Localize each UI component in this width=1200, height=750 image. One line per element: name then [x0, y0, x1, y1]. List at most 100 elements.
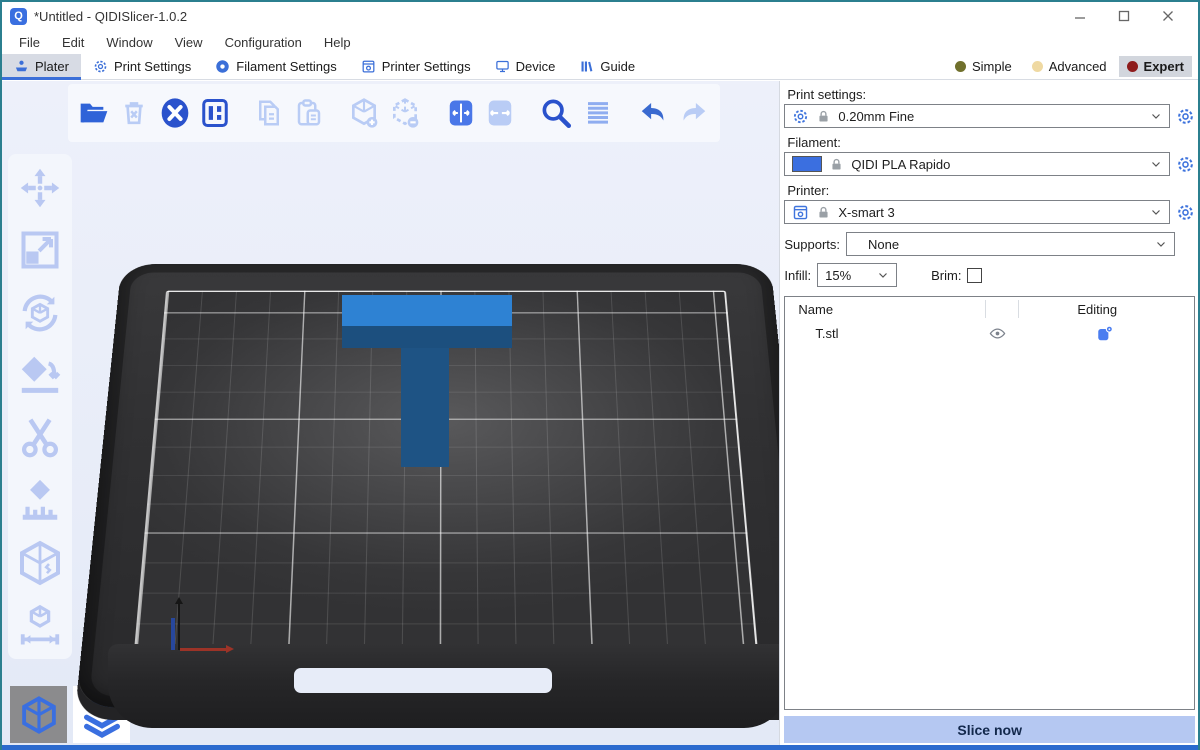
filament-combo[interactable]: QIDI PLA Rapido — [784, 152, 1170, 176]
split-to-parts-button[interactable] — [485, 92, 516, 134]
paste-icon — [294, 97, 324, 129]
rotate-button[interactable] — [16, 289, 64, 337]
menu-view[interactable]: View — [164, 33, 214, 52]
chevron-down-icon — [1155, 238, 1167, 250]
search-button[interactable] — [539, 92, 573, 134]
place-on-face-icon — [17, 352, 63, 398]
rotate-icon — [17, 290, 63, 336]
open-button[interactable] — [78, 92, 110, 134]
model-stem — [401, 348, 449, 467]
object-row-t-stl[interactable]: T.stl — [785, 321, 1194, 347]
menu-file[interactable]: File — [8, 33, 51, 52]
chevron-down-icon — [1150, 158, 1162, 170]
object-list: Name Editing T.stl — [784, 296, 1195, 710]
mode-simple[interactable]: Simple — [947, 56, 1020, 77]
supports-combo[interactable]: None — [846, 232, 1175, 256]
open-folder-icon — [78, 97, 110, 129]
view-3d-editor-button[interactable] — [10, 686, 67, 743]
print-settings-label: Print settings: — [787, 87, 1192, 102]
viewport-3d[interactable] — [2, 81, 779, 745]
print-settings-value: 0.20mm Fine — [838, 109, 1143, 124]
mode-expert[interactable]: Expert — [1119, 56, 1192, 77]
printer-gear-button[interactable] — [1175, 202, 1195, 222]
sidebar: Print settings: 0.20mm Fine Filament: QI… — [779, 81, 1198, 745]
supports-value: None — [854, 237, 1148, 252]
infill-combo[interactable]: 15% — [817, 263, 897, 287]
printer-combo[interactable]: X-smart 3 — [784, 200, 1170, 224]
arrange-icon — [200, 96, 230, 130]
simple-dot-icon — [955, 61, 966, 72]
seam-painting-button[interactable] — [16, 539, 64, 587]
measure-button[interactable] — [16, 601, 64, 649]
chevron-down-icon — [877, 269, 889, 281]
redo-button[interactable] — [678, 92, 710, 134]
menu-configuration[interactable]: Configuration — [214, 33, 313, 52]
brim-label: Brim: — [931, 268, 961, 283]
copy-button[interactable] — [254, 92, 285, 134]
printer-value: X-smart 3 — [838, 205, 1143, 220]
close-button[interactable] — [1146, 3, 1190, 29]
tab-printer-settings[interactable]: Printer Settings — [349, 54, 483, 79]
lock-icon — [816, 205, 831, 220]
column-editing: Editing — [1077, 302, 1117, 317]
app-window: Q *Untitled - QIDISlicer-1.0.2 File Edit… — [0, 0, 1200, 750]
paint-supports-button[interactable] — [16, 476, 64, 524]
move-button[interactable] — [16, 164, 64, 212]
delete-button[interactable] — [119, 92, 150, 134]
add-instance-icon — [348, 96, 380, 130]
tab-print-settings[interactable]: Print Settings — [81, 54, 203, 79]
filament-label: Filament: — [787, 135, 1192, 150]
slice-now-button[interactable]: Slice now — [784, 716, 1195, 743]
model-top-face — [342, 295, 512, 326]
filament-gear-button[interactable] — [1175, 154, 1195, 174]
tab-filament-settings[interactable]: Filament Settings — [203, 54, 348, 79]
left-toolbar — [8, 154, 72, 659]
device-monitor-icon — [495, 59, 510, 74]
split-objects-icon — [446, 96, 476, 130]
menu-bar: File Edit Window View Configuration Help — [2, 30, 1198, 54]
lock-icon — [829, 157, 844, 172]
profile-gear-icon — [792, 108, 809, 125]
expert-dot-icon — [1127, 61, 1138, 72]
tab-bar: Plater Print Settings Filament Settings … — [2, 54, 1198, 80]
menu-edit[interactable]: Edit — [51, 33, 95, 52]
paste-button[interactable] — [294, 92, 325, 134]
variable-layer-height-button[interactable] — [582, 92, 613, 134]
menu-window[interactable]: Window — [95, 33, 163, 52]
bed-front-skirt — [108, 644, 779, 728]
column-separator — [985, 300, 986, 318]
brim-checkbox[interactable] — [967, 268, 982, 283]
tab-plater[interactable]: Plater — [2, 54, 81, 79]
remove-instance-icon — [389, 96, 421, 130]
print-settings-combo[interactable]: 0.20mm Fine — [784, 104, 1170, 128]
add-instance-button[interactable] — [348, 92, 380, 134]
visibility-eye-icon[interactable] — [989, 326, 1006, 341]
filament-spool-icon — [215, 59, 230, 74]
arrange-button[interactable] — [200, 92, 231, 134]
measure-icon — [17, 602, 63, 648]
trash-icon — [120, 98, 148, 128]
minimize-button[interactable] — [1058, 3, 1102, 29]
chevron-down-icon — [1150, 206, 1162, 218]
object-name: T.stl — [815, 326, 838, 341]
gear-icon — [1176, 155, 1195, 174]
split-to-objects-button[interactable] — [445, 92, 476, 134]
maximize-button[interactable] — [1102, 3, 1146, 29]
column-name: Name — [798, 302, 833, 317]
print-settings-gear-button[interactable] — [1175, 106, 1195, 126]
undo-button[interactable] — [637, 92, 669, 134]
tab-device[interactable]: Device — [483, 54, 568, 79]
cut-button[interactable] — [16, 414, 64, 462]
scale-button[interactable] — [16, 226, 64, 274]
filament-color-swatch — [792, 156, 822, 172]
tab-guide[interactable]: Guide — [567, 54, 647, 79]
place-on-face-button[interactable] — [16, 351, 64, 399]
lock-icon — [816, 109, 831, 124]
delete-all-button[interactable] — [159, 92, 191, 134]
remove-instance-button[interactable] — [389, 92, 421, 134]
window-bottom-accent — [2, 745, 1198, 750]
menu-help[interactable]: Help — [313, 33, 362, 52]
cut-scissors-icon — [17, 415, 63, 461]
object-settings-icon[interactable] — [1096, 324, 1114, 343]
mode-advanced[interactable]: Advanced — [1024, 56, 1115, 77]
